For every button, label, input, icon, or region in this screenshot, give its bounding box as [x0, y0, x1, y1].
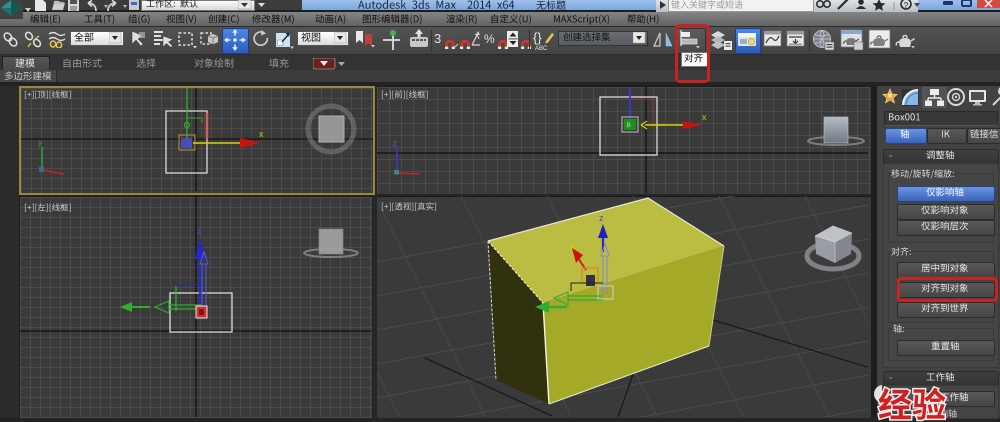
svg-text:?: ?	[904, 0, 909, 10]
svg-text:z: z	[599, 213, 604, 223]
svg-text:%: %	[484, 32, 495, 46]
svg-text:z: z	[393, 139, 397, 148]
svg-text:x: x	[702, 112, 707, 122]
svg-text:x: x	[259, 129, 264, 139]
svg-text:ABC: ABC	[535, 46, 548, 51]
svg-text:B: B	[627, 122, 631, 129]
svg-text:{}: {}	[533, 30, 542, 45]
svg-text:z: z	[197, 226, 202, 236]
svg-text:3: 3	[434, 31, 441, 46]
svg-text:y: y	[38, 138, 42, 147]
